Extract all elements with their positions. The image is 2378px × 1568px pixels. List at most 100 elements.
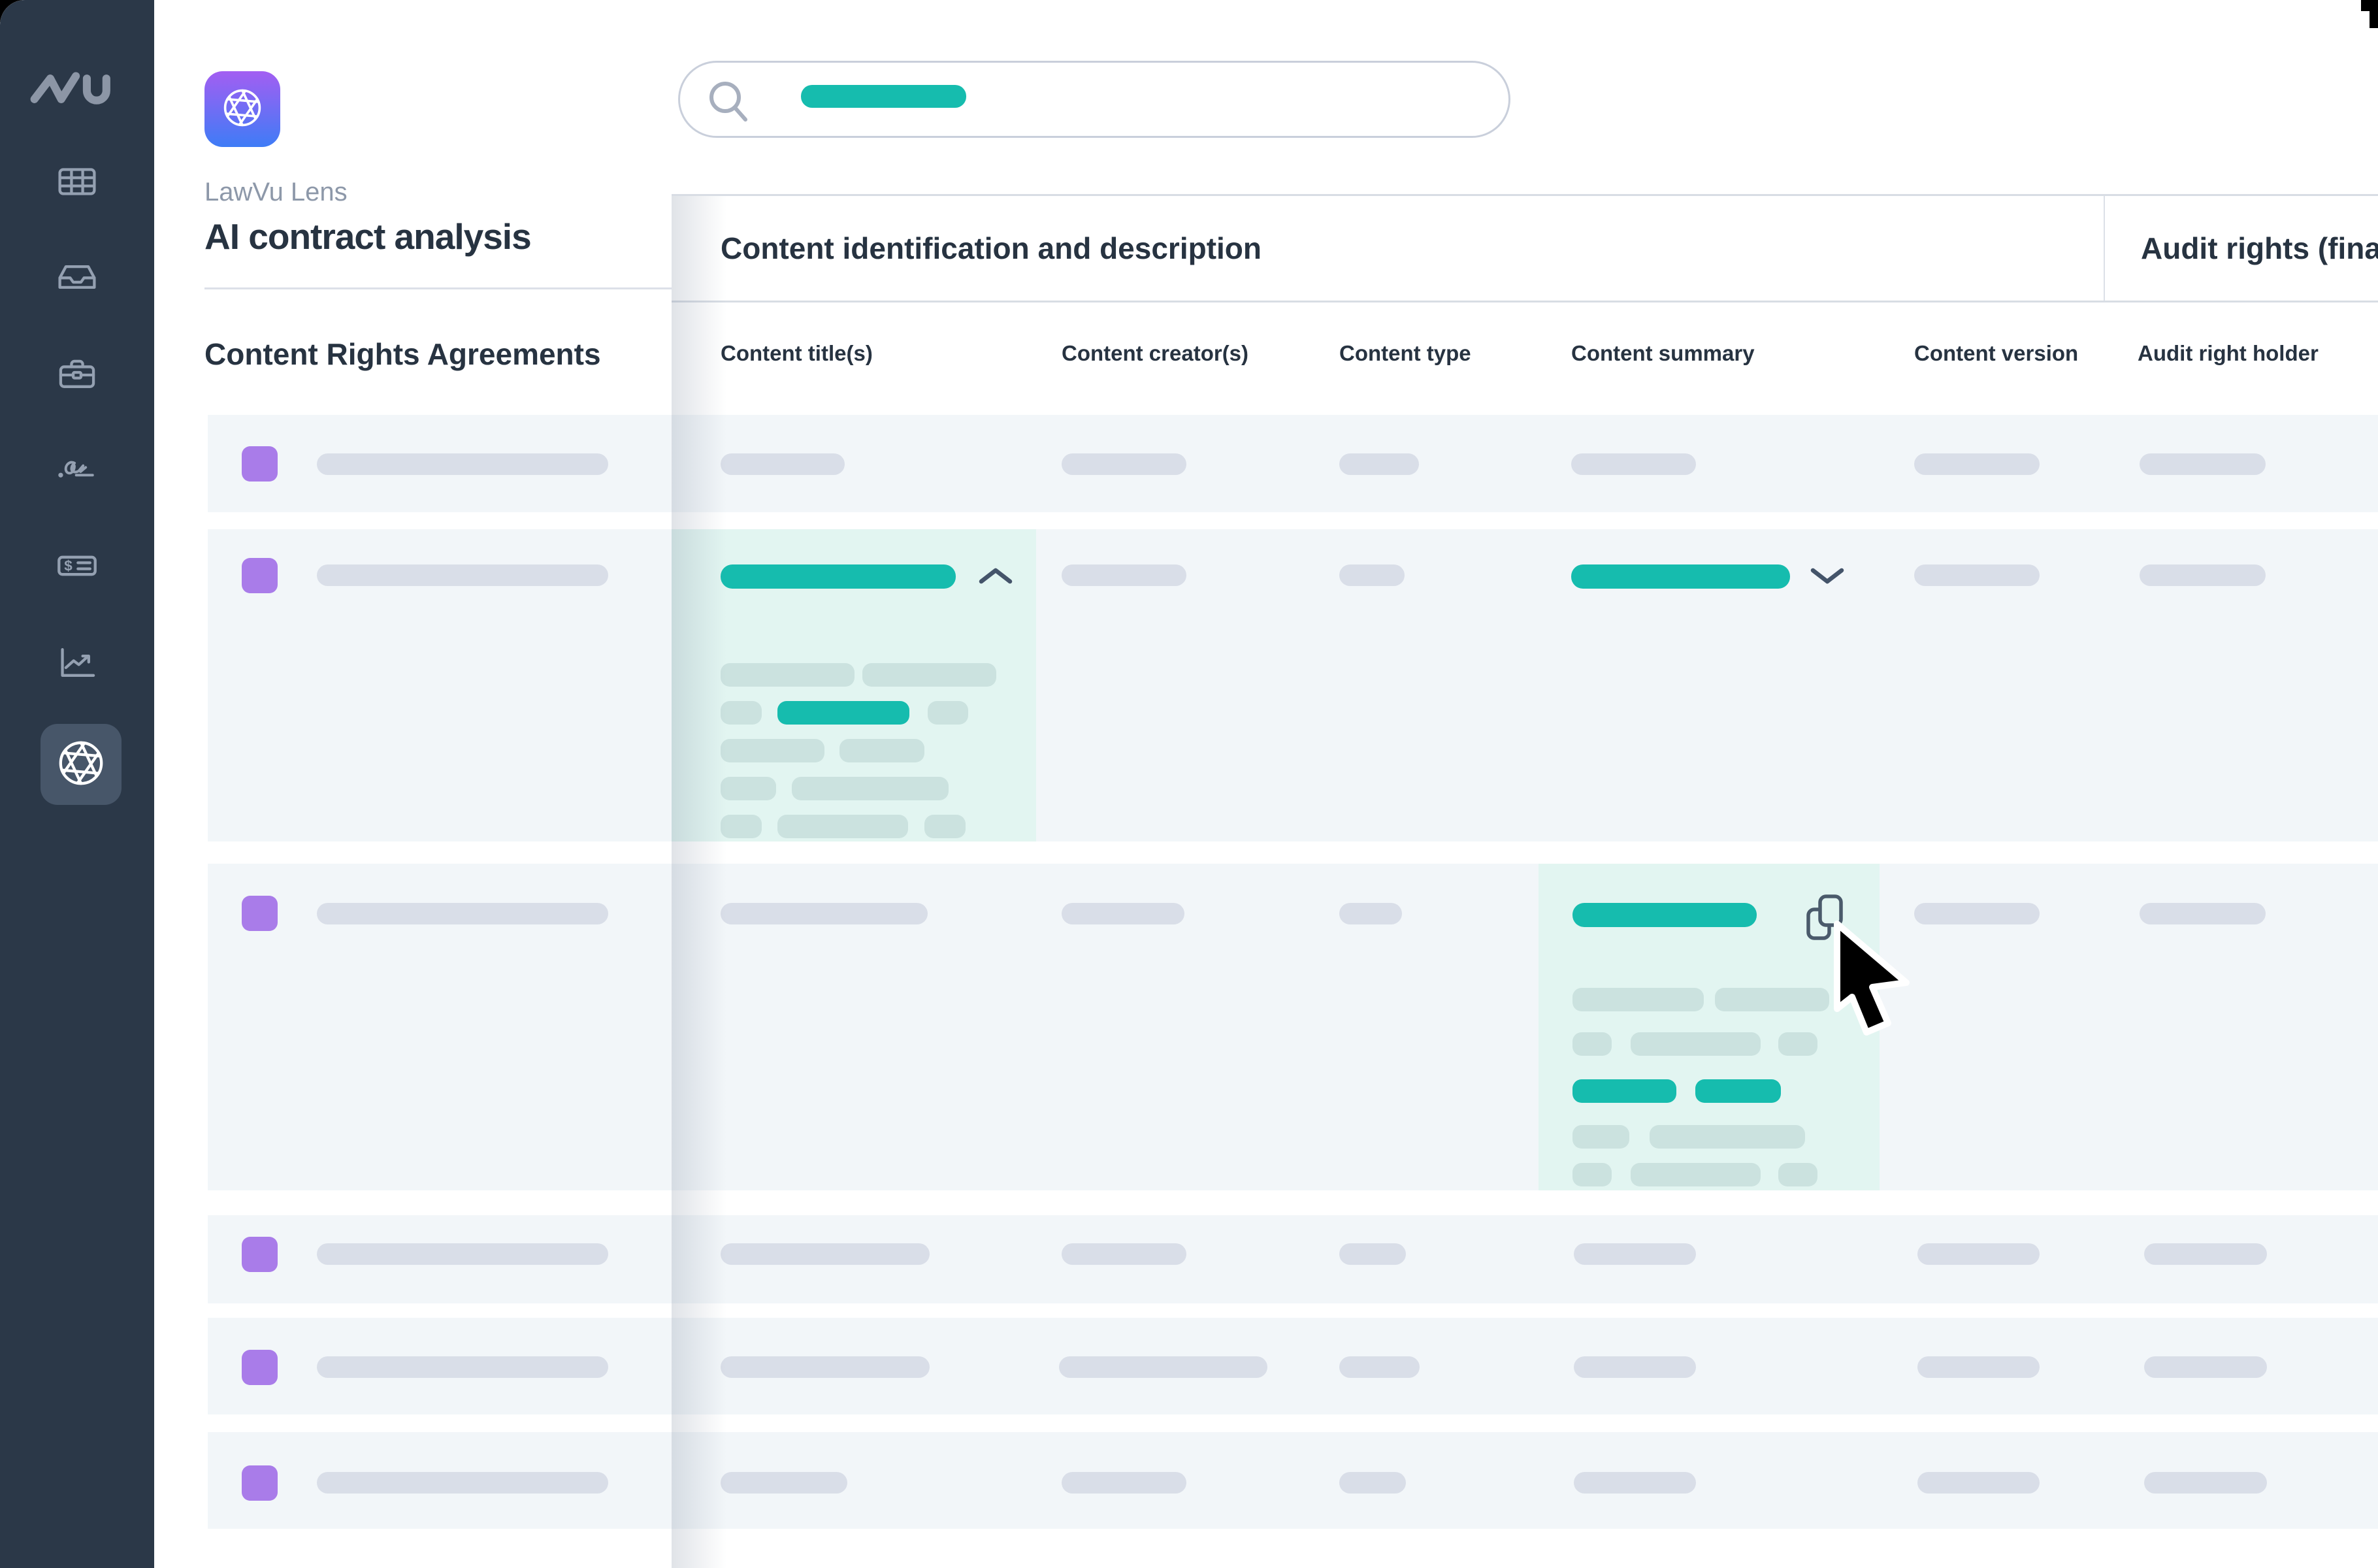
summary-detail-skeleton — [1631, 1032, 1761, 1056]
cell-skeleton-title — [721, 453, 845, 475]
cell-skeleton-audit — [2144, 1472, 2267, 1494]
cell-skeleton-creator — [1059, 1356, 1267, 1378]
svg-text:$: $ — [64, 557, 73, 574]
summary-detail-highlight — [1695, 1079, 1781, 1103]
row-color-chip — [242, 446, 278, 482]
summary-detail-skeleton — [1715, 988, 1829, 1011]
row-label-skeleton — [317, 903, 608, 924]
billing-icon: $ — [54, 544, 100, 591]
cell-skeleton-creator — [1062, 1472, 1186, 1494]
cell-skeleton-type — [1339, 1472, 1406, 1494]
title-detail-skeleton — [721, 701, 762, 725]
cell-skeleton-audit — [2144, 1356, 2267, 1378]
screen: $ — [0, 0, 2378, 1568]
cell-skeleton-title — [721, 903, 928, 924]
cell-skeleton-creator — [1062, 453, 1186, 475]
lawvu-logo — [28, 61, 126, 120]
title-detail-skeleton — [839, 739, 924, 762]
table-row[interactable] — [208, 864, 2378, 1190]
screen-corner-artifact — [2370, 7, 2378, 28]
group-header-audit-rights: Audit rights (fina — [2141, 196, 2378, 301]
collection-title: Content Rights Agreements — [204, 336, 601, 372]
title-detail-skeleton — [777, 815, 908, 838]
inbox-icon — [56, 255, 99, 302]
column-header-content-title[interactable]: Content title(s) — [721, 341, 873, 366]
row-color-chip — [242, 896, 278, 931]
sidebar-item-workspace[interactable] — [0, 354, 154, 396]
title-detail-skeleton — [862, 663, 996, 687]
table-row[interactable] — [208, 1432, 2378, 1529]
signature-icon — [54, 448, 100, 494]
cell-skeleton-version — [1917, 1243, 2040, 1265]
title-detail-highlight — [777, 701, 909, 725]
group-header-content-identification: Content identification and description — [721, 196, 1262, 301]
cell-skeleton-audit — [2140, 453, 2266, 475]
row-label-skeleton — [317, 1243, 608, 1265]
sidebar-item-inbox[interactable] — [0, 257, 154, 299]
title-detail-skeleton — [928, 701, 968, 725]
title-detail-skeleton — [721, 777, 776, 800]
search-icon — [708, 80, 751, 126]
cell-skeleton-version — [1917, 1472, 2040, 1494]
sidebar-item-lawvu-home[interactable] — [0, 63, 154, 118]
sidebar-item-billing[interactable]: $ — [0, 546, 154, 588]
row-label-skeleton — [317, 1472, 608, 1494]
summary-detail-skeleton — [1572, 1125, 1629, 1149]
revealed-summary-value — [1572, 903, 1757, 927]
column-header-audit-right-holder[interactable]: Audit right holder — [2138, 341, 2319, 366]
title-detail-skeleton — [792, 777, 949, 800]
brand-eyebrow: LawVu Lens — [204, 178, 348, 207]
column-header-content-summary[interactable]: Content summary — [1571, 341, 1755, 366]
cell-skeleton-title — [721, 1472, 847, 1494]
table-row[interactable] — [208, 1215, 2378, 1303]
cell-skeleton-creator — [1062, 903, 1184, 924]
row-label-skeleton — [317, 453, 608, 475]
lens-app-logo — [204, 71, 280, 147]
sidebar: $ — [0, 0, 154, 1568]
cell-skeleton-creator — [1062, 1243, 1186, 1265]
cell-skeleton-version — [1917, 1356, 2040, 1378]
sidebar-item-lens[interactable] — [41, 724, 122, 805]
cell-skeleton-creator — [1062, 564, 1186, 586]
search-input[interactable] — [678, 61, 1510, 138]
title-detail-skeleton — [924, 815, 966, 838]
table-row[interactable] — [208, 1318, 2378, 1414]
analytics-icon — [54, 641, 100, 687]
lens-aperture-icon — [56, 738, 106, 792]
summary-detail-skeleton — [1572, 1032, 1612, 1056]
summary-detail-skeleton — [1778, 1163, 1817, 1186]
cell-skeleton-type — [1339, 453, 1419, 475]
cell-skeleton-summary — [1571, 453, 1696, 475]
divider — [204, 287, 672, 289]
cell-skeleton-title — [721, 1356, 930, 1378]
aperture-icon — [221, 86, 264, 133]
table-row[interactable] — [208, 415, 2378, 512]
group-bottom-border — [672, 301, 2378, 302]
chevron-down-icon[interactable] — [1810, 566, 1845, 585]
cell-skeleton-audit — [2140, 903, 2266, 924]
cell-skeleton-type — [1339, 903, 1402, 924]
grid-icon — [56, 160, 99, 206]
summary-detail-skeleton — [1572, 988, 1704, 1011]
cell-skeleton-audit — [2144, 1243, 2267, 1265]
row-color-chip — [242, 1237, 278, 1272]
sidebar-item-signatures[interactable] — [0, 449, 154, 491]
sidebar-item-matters[interactable] — [0, 162, 154, 204]
table-row[interactable] — [208, 529, 2378, 841]
cell-skeleton-type — [1339, 1356, 1420, 1378]
cell-skeleton-type — [1339, 564, 1405, 586]
column-header-content-creator[interactable]: Content creator(s) — [1062, 341, 1248, 366]
column-header-content-type[interactable]: Content type — [1339, 341, 1471, 366]
cell-skeleton-summary — [1574, 1472, 1696, 1494]
sidebar-item-analytics[interactable] — [0, 643, 154, 685]
cell-skeleton-type — [1339, 1243, 1406, 1265]
summary-detail-highlight — [1572, 1079, 1676, 1103]
title-detail-skeleton — [721, 739, 824, 762]
chevron-up-icon[interactable] — [978, 566, 1013, 585]
column-header-content-version[interactable]: Content version — [1914, 341, 2078, 366]
summary-detail-skeleton — [1572, 1163, 1612, 1186]
revealed-title-value — [721, 564, 956, 589]
cell-skeleton-version — [1914, 903, 2040, 924]
title-detail-skeleton — [721, 815, 762, 838]
cell-skeleton-version — [1914, 564, 2040, 586]
